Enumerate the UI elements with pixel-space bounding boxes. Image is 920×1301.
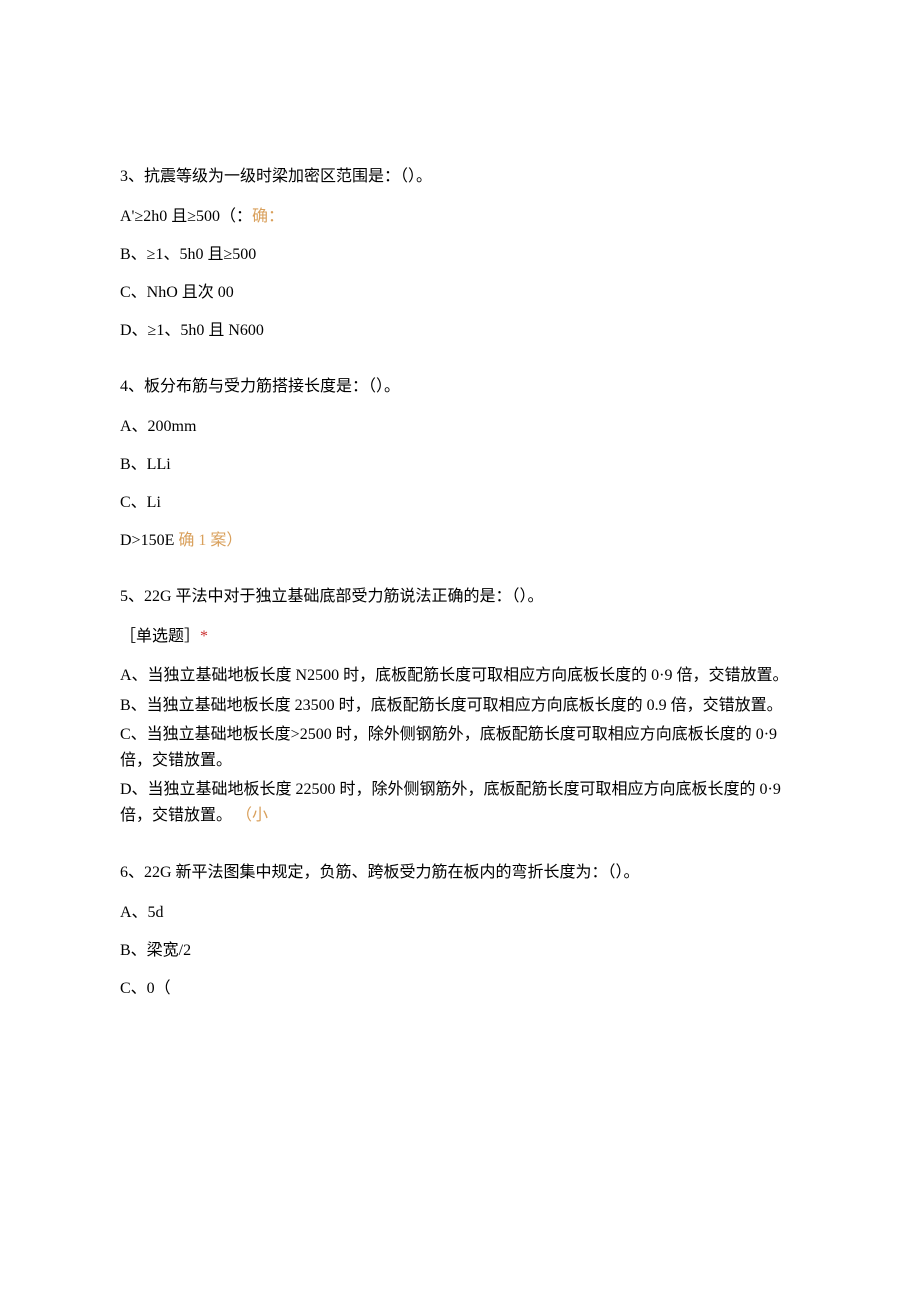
option-d-text: D、当独立基础地板长度 22500 时，除外侧钢筋外，底板配筋长度可取相应方向底…	[120, 781, 781, 824]
question-6-text: 6、22G 新平法图集中规定，负筋、跨板受力筋在板内的弯折长度为：（）。	[120, 861, 800, 885]
question-4-option-c: C、Li	[120, 491, 800, 515]
document-page: 3、抗震等级为一级时梁加密区范围是：（）。 A'≥2h0 且≥500（：确： B…	[0, 0, 920, 1301]
question-5: 5、22G 平法中对于独立基础底部受力筋说法正确的是：（）。 ［单选题］* A、…	[120, 585, 800, 829]
question-6: 6、22G 新平法图集中规定，负筋、跨板受力筋在板内的弯折长度为：（）。 A、5…	[120, 861, 800, 1001]
question-6-option-b: B、梁宽/2	[120, 939, 800, 963]
question-5-option-b: B、当独立基础地板长度 23500 时，底板配筋长度可取相应方向底板长度的 0.…	[120, 693, 800, 719]
question-4: 4、板分布筋与受力筋搭接长度是：（）。 A、200mm B、LLi C、Li D…	[120, 375, 800, 553]
question-4-text: 4、板分布筋与受力筋搭接长度是：（）。	[120, 375, 800, 399]
option-d-annotation: （小	[236, 807, 268, 824]
option-a-text: A'≥2h0 且≥500（：	[120, 208, 252, 225]
tag-text: ［单选题］	[120, 628, 200, 645]
question-3-option-d: D、≥1、5h0 且 N600	[120, 319, 800, 343]
question-5-tag: ［单选题］*	[120, 625, 800, 649]
option-a-annotation: 确：	[252, 208, 284, 225]
question-3-option-b: B、≥1、5h0 且≥500	[120, 243, 800, 267]
question-6-option-c: C、0（	[120, 977, 800, 1001]
question-3: 3、抗震等级为一级时梁加密区范围是：（）。 A'≥2h0 且≥500（：确： B…	[120, 165, 800, 343]
question-3-option-a: A'≥2h0 且≥500（：确：	[120, 205, 800, 229]
question-4-option-a: A、200mm	[120, 415, 800, 439]
question-5-text: 5、22G 平法中对于独立基础底部受力筋说法正确的是：（）。	[120, 585, 800, 609]
question-3-option-c: C、NhO 且次 00	[120, 281, 800, 305]
question-5-option-d: D、当独立基础地板长度 22500 时，除外侧钢筋外，底板配筋长度可取相应方向底…	[120, 777, 800, 828]
question-6-option-a: A、5d	[120, 901, 800, 925]
question-5-option-a: A、当独立基础地板长度 N2500 时，底板配筋长度可取相应方向底板长度的 0·…	[120, 663, 800, 689]
question-5-option-c: C、当独立基础地板长度>2500 时，除外侧钢筋外，底板配筋长度可取相应方向底板…	[120, 722, 800, 773]
question-4-option-b: B、LLi	[120, 453, 800, 477]
tag-star: *	[200, 628, 208, 645]
option-d-text: D>150E	[120, 532, 178, 549]
option-d-annotation: 确 1 案）	[178, 532, 242, 549]
question-3-text: 3、抗震等级为一级时梁加密区范围是：（）。	[120, 165, 800, 189]
question-4-option-d: D>150E 确 1 案）	[120, 529, 800, 553]
